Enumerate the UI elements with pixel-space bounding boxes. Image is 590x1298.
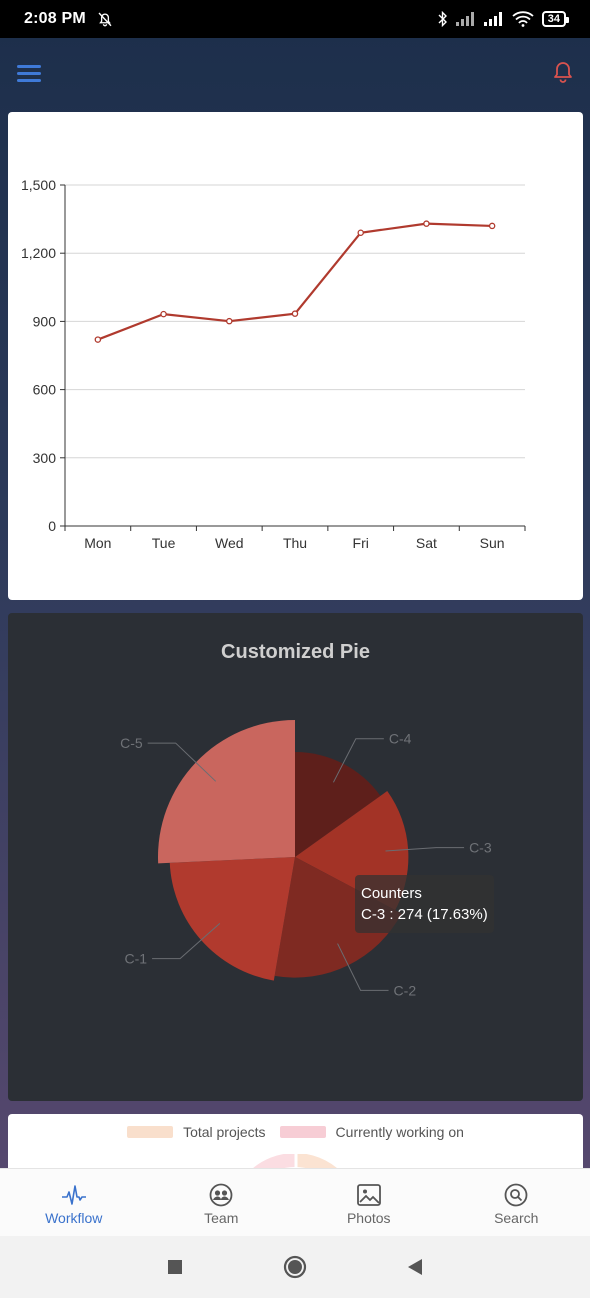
x-tick-label: Fri <box>353 535 369 551</box>
legend: Total projects Currently working on <box>8 1124 583 1140</box>
nav-item-photos[interactable]: Photos <box>295 1169 443 1236</box>
battery-icon: 34 <box>541 11 570 27</box>
y-tick-label: 1,500 <box>21 177 56 193</box>
legend-item-total-projects[interactable]: Total projects <box>127 1124 266 1140</box>
x-tick-label: Wed <box>215 535 244 551</box>
signal-icon <box>483 12 502 26</box>
back-icon[interactable] <box>407 1258 423 1276</box>
system-navigation-bar <box>0 1236 590 1298</box>
wifi-icon <box>512 11 534 27</box>
pie-chart-title: Customized Pie <box>221 641 370 663</box>
search-icon <box>504 1183 528 1207</box>
pie-chart-card: Customized Pie C-4 C-3 C-2 C-1 C-5 Counters … <box>8 613 583 1101</box>
menu-icon[interactable] <box>17 65 41 83</box>
bell-icon[interactable] <box>551 58 575 84</box>
x-tick-label: Sun <box>480 535 505 551</box>
pie-label: C-3 <box>469 840 492 856</box>
y-tick-label: 0 <box>48 518 56 534</box>
pie-tooltip: Counters C-3 : 274 (17.63%) <box>355 875 494 933</box>
projects-chart-card: Total projects Currently working on <box>8 1114 583 1174</box>
bell-off-icon <box>98 12 112 27</box>
data-point <box>423 220 430 227</box>
y-tick-label: 1,200 <box>21 245 56 261</box>
bluetooth-icon <box>438 11 447 27</box>
pie-chart: C-4 C-3 C-2 C-1 C-5 <box>120 720 492 998</box>
y-tick-label: 300 <box>33 450 57 466</box>
legend-label: Total projects <box>183 1124 266 1140</box>
line-series <box>97 222 493 341</box>
pie-label: C-4 <box>389 731 412 747</box>
pie-label: C-1 <box>125 951 148 967</box>
y-tick-label: 600 <box>33 382 57 398</box>
bottom-navigation: Workflow Team Photos Search <box>0 1168 590 1236</box>
nav-label: Workflow <box>45 1210 103 1226</box>
data-point <box>488 222 496 230</box>
x-tick-label: Thu <box>283 535 307 551</box>
nav-label: Search <box>494 1210 539 1226</box>
status-bar: 2:08 PM 34 <box>0 0 590 38</box>
line-chart: 0 300 600 900 1,200 1,500 Mon Tue Wed Thu Fri Sat Su… <box>21 177 526 551</box>
pie-slice <box>169 857 295 981</box>
pie-label: C-2 <box>394 982 417 998</box>
nav-label: Photos <box>346 1210 391 1226</box>
legend-swatch <box>127 1126 174 1138</box>
legend-swatch <box>279 1126 326 1138</box>
tooltip-text: C-3 : 274 (17.63%) <box>361 906 488 923</box>
data-point <box>226 317 233 325</box>
app-bar <box>0 38 590 108</box>
nav-item-team[interactable]: Team <box>148 1169 296 1236</box>
pie-slice <box>157 720 295 864</box>
pulse-icon <box>61 1185 86 1205</box>
y-tick-label: 900 <box>33 313 57 329</box>
data-point <box>291 310 299 317</box>
data-point <box>160 310 167 318</box>
recents-icon[interactable] <box>167 1259 183 1275</box>
legend-item-working-on[interactable]: Currently working on <box>279 1124 464 1140</box>
x-tick-label: Mon <box>84 535 111 551</box>
legend-label: Currently working on <box>335 1124 464 1140</box>
data-point <box>94 336 102 343</box>
data-point <box>357 229 364 236</box>
tooltip-title: Counters <box>361 885 422 902</box>
pie-label: C-5 <box>120 735 143 751</box>
x-tick-label: Tue <box>152 535 176 551</box>
signal-icon <box>455 12 474 26</box>
home-icon[interactable] <box>283 1255 307 1279</box>
line-chart-card: 0 300 600 900 1,200 1,500 Mon Tue Wed Thu Fri Sat Su… <box>8 112 583 600</box>
x-tick-label: Sat <box>416 535 437 551</box>
photos-icon <box>356 1184 381 1206</box>
nav-item-search[interactable]: Search <box>443 1169 590 1236</box>
team-icon <box>209 1183 233 1207</box>
nav-label: Team <box>204 1210 239 1226</box>
status-time: 2:08 PM <box>24 10 86 27</box>
nav-item-workflow[interactable]: Workflow <box>0 1169 148 1236</box>
